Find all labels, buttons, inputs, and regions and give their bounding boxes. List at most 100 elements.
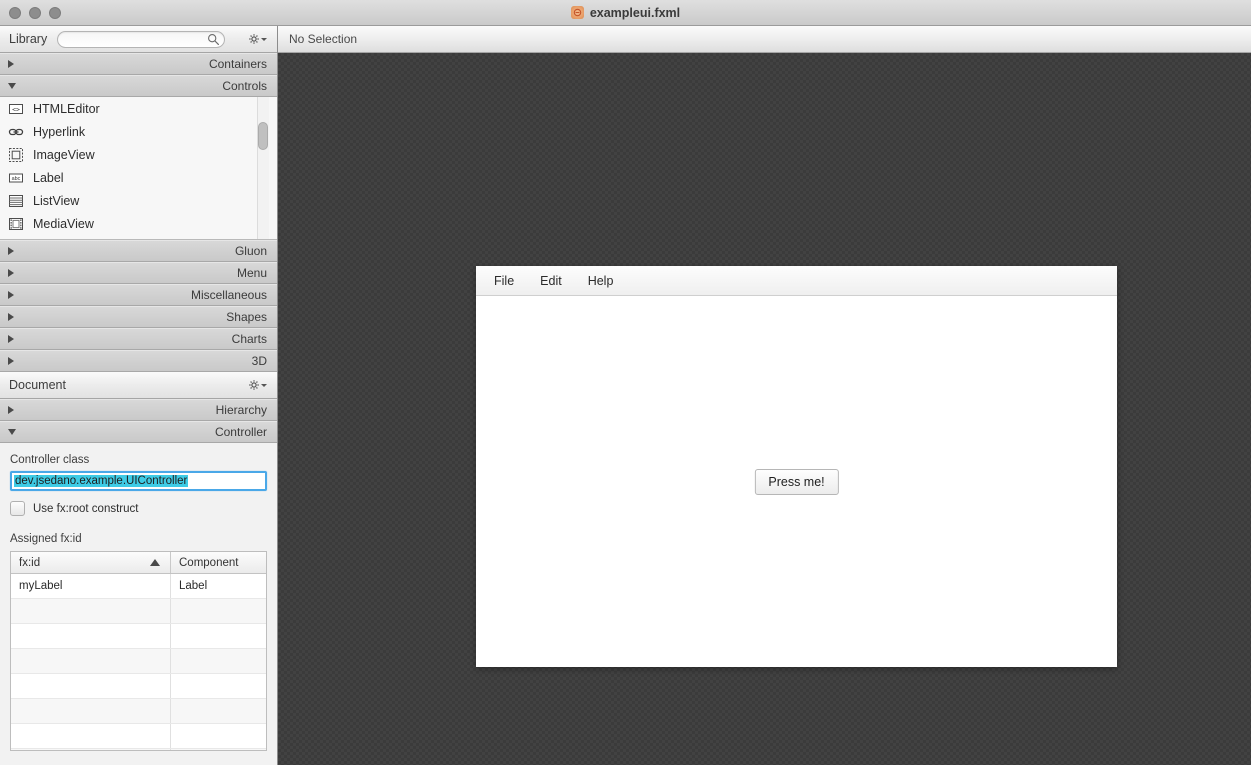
cell-fxid (11, 674, 171, 698)
table-row[interactable] (11, 749, 266, 750)
fxml-editor-window: exampleui.fxml Library Containers Contro… (0, 0, 1251, 765)
table-row[interactable] (11, 724, 266, 749)
controller-class-value: dev.jsedano.example.UIController (14, 475, 189, 487)
cell-component (171, 674, 266, 698)
disclosure-right-icon[interactable] (8, 357, 14, 365)
cell-fxid (11, 624, 171, 648)
hyperlink-icon (8, 128, 24, 135)
fxml-document-icon (570, 6, 584, 19)
column-header-label: Component (179, 556, 239, 569)
cell-component (171, 624, 266, 648)
close-button[interactable] (9, 6, 21, 19)
controller-class-input-wrap: dev.jsedano.example.UIController (0, 471, 277, 491)
list-item-label: ListView (33, 193, 80, 208)
window-titlebar: exampleui.fxml (0, 0, 1251, 26)
design-canvas[interactable]: File Edit Help Press me! (278, 53, 1251, 765)
section-label: Menu (236, 266, 267, 280)
document-section-hierarchy[interactable]: Hierarchy (0, 399, 277, 421)
list-view-icon (9, 194, 23, 207)
library-menu-button[interactable] (248, 33, 271, 45)
controller-class-label: Controller class (10, 454, 90, 466)
chevron-down-icon (261, 37, 267, 41)
disclosure-right-icon[interactable] (8, 269, 14, 277)
html-editor-icon: <> (9, 103, 23, 114)
section-label: Controller (214, 425, 267, 439)
table-row[interactable] (11, 699, 266, 724)
list-item-label: MediaView (33, 216, 94, 231)
list-item-label: ImageView (33, 147, 95, 162)
minimize-button[interactable] (29, 6, 41, 19)
document-section-controller[interactable]: Controller (0, 421, 277, 443)
menu-item-file[interactable]: File (494, 274, 514, 288)
assigned-fxid-table[interactable]: fx:id Component myLabel Label (10, 551, 267, 751)
press-me-button[interactable]: Press me! (754, 468, 839, 495)
list-item-label: HTMLEditor (33, 101, 100, 116)
list-item[interactable]: <> HTMLEditor (0, 97, 277, 120)
table-row[interactable] (11, 674, 266, 699)
cell-component (171, 649, 266, 673)
cell-fxid: myLabel (11, 574, 171, 598)
preview-body[interactable]: Press me! (476, 296, 1117, 667)
disclosure-down-icon[interactable] (8, 429, 16, 435)
image-view-icon (9, 147, 23, 162)
table-row[interactable]: myLabel Label (11, 574, 266, 599)
controls-list-scrollbar[interactable] (257, 97, 269, 239)
preview-window[interactable]: File Edit Help Press me! (476, 266, 1117, 667)
fx-root-label: Use fx:root construct (33, 502, 139, 515)
document-menu-button[interactable] (248, 379, 271, 391)
table-row[interactable] (11, 649, 266, 674)
table-row[interactable] (11, 599, 266, 624)
fx-root-checkbox[interactable] (10, 501, 25, 516)
disclosure-right-icon[interactable] (8, 335, 14, 343)
list-item[interactable]: ImageView (0, 143, 277, 166)
disclosure-right-icon[interactable] (8, 291, 14, 299)
search-input[interactable] (57, 30, 226, 48)
cell-fxid (11, 749, 171, 750)
library-panel-header: Library (0, 26, 277, 53)
controller-class-input[interactable]: dev.jsedano.example.UIController (10, 471, 267, 491)
fx-root-row[interactable]: Use fx:root construct (0, 491, 277, 516)
library-section-charts[interactable]: Charts (0, 328, 277, 350)
menu-item-edit[interactable]: Edit (540, 274, 562, 288)
left-sidebar: Library Containers Controls <> HTMLEdito… (0, 26, 278, 765)
library-section-containers[interactable]: Containers (0, 53, 277, 75)
library-section-miscellaneous[interactable]: Miscellaneous (0, 284, 277, 306)
library-section-controls[interactable]: Controls (0, 75, 277, 97)
list-item[interactable]: Hyperlink (0, 120, 277, 143)
content-header: No Selection (278, 26, 1251, 53)
label-icon: abc (9, 173, 23, 182)
column-header-fxid[interactable]: fx:id (11, 552, 171, 573)
disclosure-down-icon[interactable] (8, 83, 16, 89)
library-section-gluon[interactable]: Gluon (0, 240, 277, 262)
library-search-wrap (57, 30, 226, 51)
traffic-light-group (0, 6, 61, 19)
controls-list[interactable]: <> HTMLEditor Hyperlink ImageView abc La… (0, 97, 277, 240)
cell-fxid (11, 724, 171, 748)
disclosure-right-icon[interactable] (8, 247, 14, 255)
controller-panel-body: Controller class dev.jsedano.example.UIC… (0, 443, 277, 751)
library-section-shapes[interactable]: Shapes (0, 306, 277, 328)
gear-icon (249, 34, 259, 44)
gear-icon (249, 380, 259, 390)
disclosure-right-icon[interactable] (8, 60, 14, 68)
disclosure-right-icon[interactable] (8, 406, 14, 414)
zoom-button[interactable] (49, 6, 61, 19)
list-item[interactable]: abc Label (0, 166, 277, 189)
column-header-label: fx:id (19, 556, 41, 569)
library-section-menu[interactable]: Menu (0, 262, 277, 284)
list-item[interactable]: ListView (0, 189, 277, 212)
cell-component (171, 699, 266, 723)
search-icon[interactable] (207, 33, 220, 51)
disclosure-right-icon[interactable] (8, 313, 14, 321)
table-header-row: fx:id Component (11, 552, 266, 574)
controls-list-scroll-thumb[interactable] (258, 122, 268, 150)
section-label: Controls (222, 79, 267, 93)
library-title: Library (9, 32, 48, 46)
list-item[interactable]: MediaView (0, 212, 277, 235)
library-section-3d[interactable]: 3D (0, 350, 277, 372)
cell-component: Label (179, 580, 208, 592)
column-header-component[interactable]: Component (171, 552, 266, 573)
menu-item-help[interactable]: Help (588, 274, 614, 288)
chevron-down-icon (261, 383, 267, 387)
table-row[interactable] (11, 624, 266, 649)
